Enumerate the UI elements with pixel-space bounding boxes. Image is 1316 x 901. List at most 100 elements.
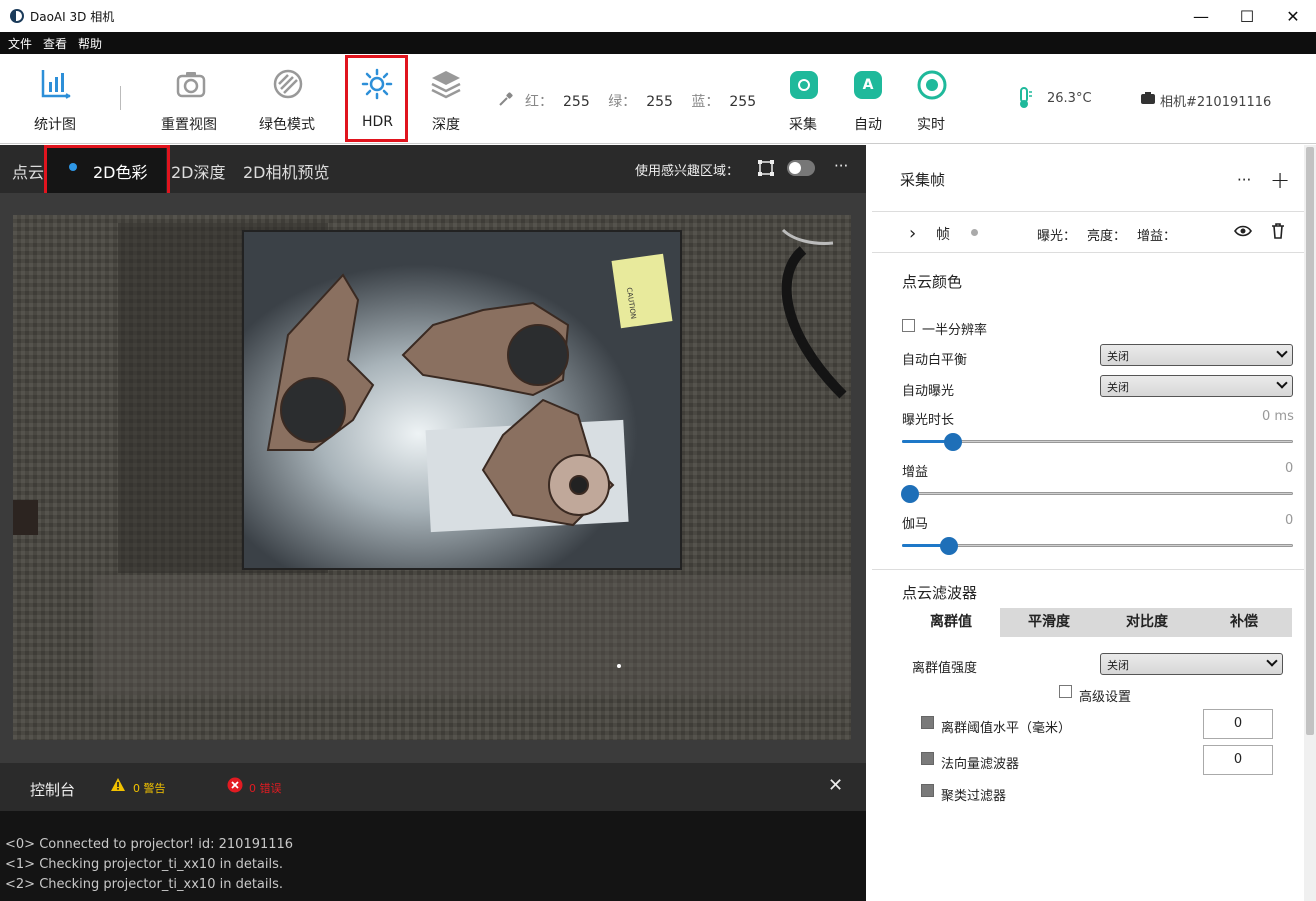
thermometer-icon	[1020, 87, 1032, 108]
ae-label: 自动曝光	[902, 384, 955, 399]
ae-select[interactable]: 关闭	[1100, 375, 1293, 397]
ae-value: 关闭	[1107, 381, 1129, 394]
eyedropper-icon[interactable]	[498, 91, 514, 107]
filter-section-title: 点云滤波器	[902, 584, 978, 602]
advanced-settings-checkbox[interactable]	[1059, 685, 1072, 698]
auto-icon: A	[854, 71, 882, 99]
log-line: <2> Checking projector_ti_xx10 in detail…	[5, 877, 284, 892]
add-frame-button[interactable]: +	[1270, 166, 1290, 194]
roi-select-icon[interactable]	[757, 159, 775, 177]
capture-label: 采集	[789, 117, 817, 133]
gain-slider-knob[interactable]	[900, 485, 919, 503]
bar-chart-icon	[41, 70, 71, 99]
half-resolution-label: 一半分辨率	[922, 323, 988, 338]
app-logo-icon	[10, 9, 24, 23]
auto-label: 自动	[854, 117, 882, 133]
exposure-value: 0 ms	[1262, 409, 1294, 424]
frames-more-button[interactable]: ···	[1237, 171, 1251, 189]
divider	[872, 569, 1304, 570]
awb-select[interactable]: 关闭	[1100, 344, 1293, 366]
threshold-label: 离群阈值水平（毫米）	[941, 721, 1072, 736]
gamma-value: 0	[1285, 513, 1294, 528]
gamma-slider-knob[interactable]	[939, 537, 958, 555]
tab-2d-preview[interactable]: 2D相机预览	[243, 159, 330, 183]
normal-filter-label: 法向量滤波器	[941, 757, 1020, 772]
red-value: 255	[563, 94, 590, 110]
menu-help[interactable]: 帮助	[78, 35, 102, 52]
cluster-filter-label: 聚类过滤器	[941, 789, 1007, 804]
reset-view-label: 重置视图	[161, 117, 217, 133]
cluster-filter-checkbox[interactable]	[921, 784, 934, 797]
roi-toggle[interactable]	[787, 160, 815, 176]
chevron-down-icon	[1266, 655, 1278, 667]
outlier-strength-select[interactable]: 关闭	[1100, 653, 1283, 675]
awb-value: 关闭	[1107, 350, 1129, 363]
menu-bar: 文件 查看 帮助	[0, 32, 1316, 54]
realtime-label: 实时	[917, 117, 945, 133]
divider	[872, 252, 1304, 253]
tab-2d-depth[interactable]: 2D深度	[171, 159, 226, 183]
maximize-button[interactable]: ☐	[1224, 0, 1270, 32]
divider	[872, 211, 1304, 212]
camera-icon	[790, 71, 818, 99]
warning-icon	[111, 778, 125, 791]
warning-count[interactable]: 0 警告	[133, 780, 166, 796]
frame-exposure-label: 曝光：	[1037, 229, 1077, 244]
color-section-title: 点云颜色	[902, 273, 963, 291]
console-close-button[interactable]: ✕	[828, 775, 843, 796]
frames-title: 采集帧	[900, 171, 946, 189]
exposure-label: 曝光时长	[902, 413, 955, 428]
camera-image[interactable]: CAUTION	[13, 215, 851, 740]
green-mode-label: 绿色模式	[259, 117, 315, 133]
console-header: 控制台 0 警告 0 错误 ✕	[0, 763, 866, 811]
blue-value: 255	[729, 94, 757, 110]
frame-label: 帧	[936, 227, 950, 243]
log-line: <1> Checking projector_ti_xx10 in detail…	[5, 857, 284, 872]
menu-file[interactable]: 文件	[8, 35, 32, 52]
blue-label: 蓝：	[691, 94, 720, 110]
expand-frame-icon[interactable]: ›	[909, 223, 916, 244]
viewer-more-button[interactable]: ···	[834, 157, 848, 175]
tab-point-cloud[interactable]: 点云	[12, 159, 44, 183]
awb-label: 自动白平衡	[902, 353, 968, 368]
tab-contrast[interactable]: 对比度	[1098, 608, 1196, 637]
outlier-strength-label: 离群值强度	[912, 661, 978, 676]
striped-circle-icon	[273, 69, 303, 99]
red-label: 红：	[525, 94, 553, 110]
frame-status-dot	[971, 229, 978, 236]
trash-icon[interactable]	[1271, 223, 1285, 239]
camera-id: 相机#210191116	[1160, 95, 1272, 110]
temperature-value: 26.3°C	[1047, 91, 1092, 106]
toolbar: 统计图 重置视图 绿色模式 HDR 深度 红： 255 绿： 255 蓝： 25…	[0, 54, 1316, 144]
threshold-checkbox[interactable]	[921, 716, 934, 729]
advanced-settings-label: 高级设置	[1079, 690, 1132, 705]
tab-smoothness[interactable]: 平滑度	[1000, 608, 1098, 637]
panel-scrollbar-thumb[interactable]	[1306, 147, 1314, 735]
tab-compensation[interactable]: 补偿	[1196, 608, 1292, 637]
chevron-down-icon	[1276, 346, 1288, 358]
normal-filter-checkbox[interactable]	[921, 752, 934, 765]
rgb-readout: 红： 255 绿： 255 蓝： 255	[525, 91, 756, 111]
settings-panel: 采集帧 ··· + › 帧 曝光： 亮度： 增益： 点云颜色 一半分辨率 自动白…	[872, 145, 1304, 901]
window-title: DaoAI 3D 相机	[30, 10, 115, 24]
error-count[interactable]: 0 错误	[249, 780, 282, 796]
log-line: <0> Connected to projector! id: 21019111…	[5, 837, 294, 852]
toolbar-divider	[120, 86, 121, 110]
minimize-button[interactable]: —	[1178, 0, 1224, 32]
camera-small-icon	[1141, 92, 1155, 104]
threshold-input[interactable]: 0	[1203, 709, 1273, 739]
gain-label: 增益	[902, 465, 929, 480]
half-resolution-checkbox[interactable]	[902, 319, 915, 332]
normal-filter-input[interactable]: 0	[1203, 745, 1273, 775]
green-value: 255	[646, 94, 673, 110]
title-bar: DaoAI 3D 相机 — ☐ ✕	[0, 0, 1316, 32]
exposure-slider-knob[interactable]	[943, 433, 962, 451]
close-button[interactable]: ✕	[1270, 0, 1316, 32]
eye-icon[interactable]	[1234, 224, 1252, 238]
menu-view[interactable]: 查看	[43, 35, 67, 52]
console-log: <0> Connected to projector! id: 21019111…	[0, 811, 866, 901]
frame-gain-label: 增益：	[1137, 229, 1177, 244]
stats-label: 统计图	[34, 117, 76, 133]
camera-reset-icon	[176, 72, 206, 98]
tab-outlier[interactable]: 离群值	[902, 608, 1000, 637]
